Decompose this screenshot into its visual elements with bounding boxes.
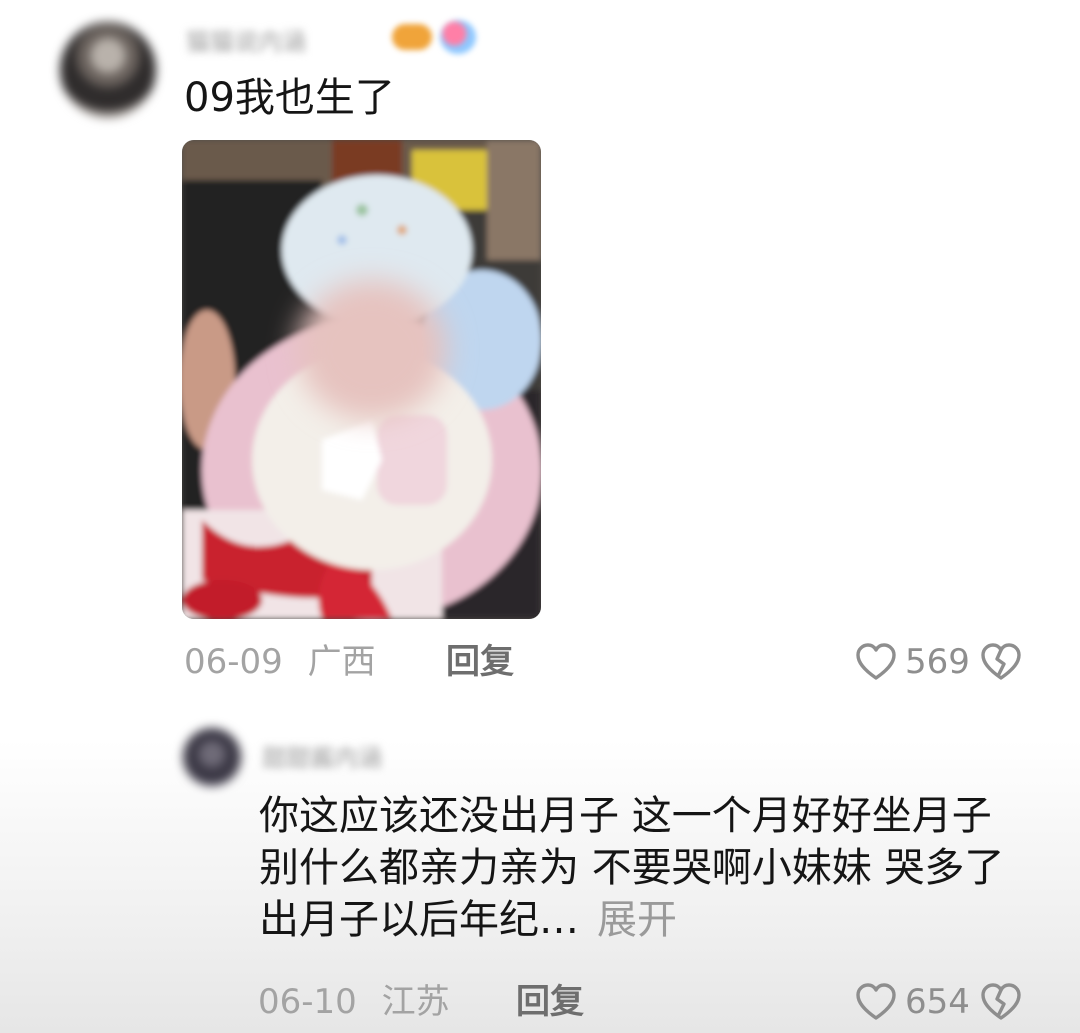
reply-username[interactable]: 甜甜酱内涵 bbox=[262, 738, 382, 773]
like-count: 569 bbox=[905, 642, 970, 682]
level-badge bbox=[392, 24, 432, 50]
reply-like-group: 654 bbox=[855, 982, 1022, 1022]
expand-link[interactable]: 展开 bbox=[597, 897, 677, 943]
reply-meta: 06-10 江苏 bbox=[258, 982, 450, 1022]
reply-button[interactable]: 回复 bbox=[446, 642, 514, 682]
fan-badge-icon bbox=[440, 20, 476, 54]
broken-heart-icon[interactable] bbox=[980, 982, 1022, 1022]
broken-heart-icon[interactable] bbox=[980, 642, 1022, 682]
comment-meta: 06-09 广西 bbox=[184, 642, 376, 682]
reply-reply-button[interactable]: 回复 bbox=[516, 982, 584, 1022]
heart-outline-icon[interactable] bbox=[855, 982, 897, 1022]
comment-location: 广西 bbox=[307, 642, 376, 682]
username[interactable]: 猫猫说内涵 bbox=[186, 22, 306, 57]
comment-text: 09我也生了 bbox=[184, 75, 395, 121]
heart-outline-icon[interactable] bbox=[855, 642, 897, 682]
avatar[interactable] bbox=[60, 22, 156, 118]
reply-date: 06-10 bbox=[258, 982, 357, 1022]
baby-photo-image bbox=[182, 140, 541, 619]
reply-location: 江苏 bbox=[381, 982, 450, 1022]
like-group: 569 bbox=[855, 642, 1022, 682]
comment-date: 06-09 bbox=[184, 642, 283, 682]
reply-text: 你这应该还没出月子 这一个月好好坐月子 别什么都亲力亲为 不要哭啊小妹妹 哭多了… bbox=[259, 790, 1039, 946]
reply-avatar[interactable] bbox=[183, 728, 241, 786]
comment-thread: 猫猫说内涵 09我也生了 06-09 广西 回复 569 甜甜酱内涵 你这应该还… bbox=[0, 0, 1080, 1033]
reply-like-count: 654 bbox=[905, 982, 970, 1022]
comment-photo[interactable] bbox=[182, 140, 541, 619]
